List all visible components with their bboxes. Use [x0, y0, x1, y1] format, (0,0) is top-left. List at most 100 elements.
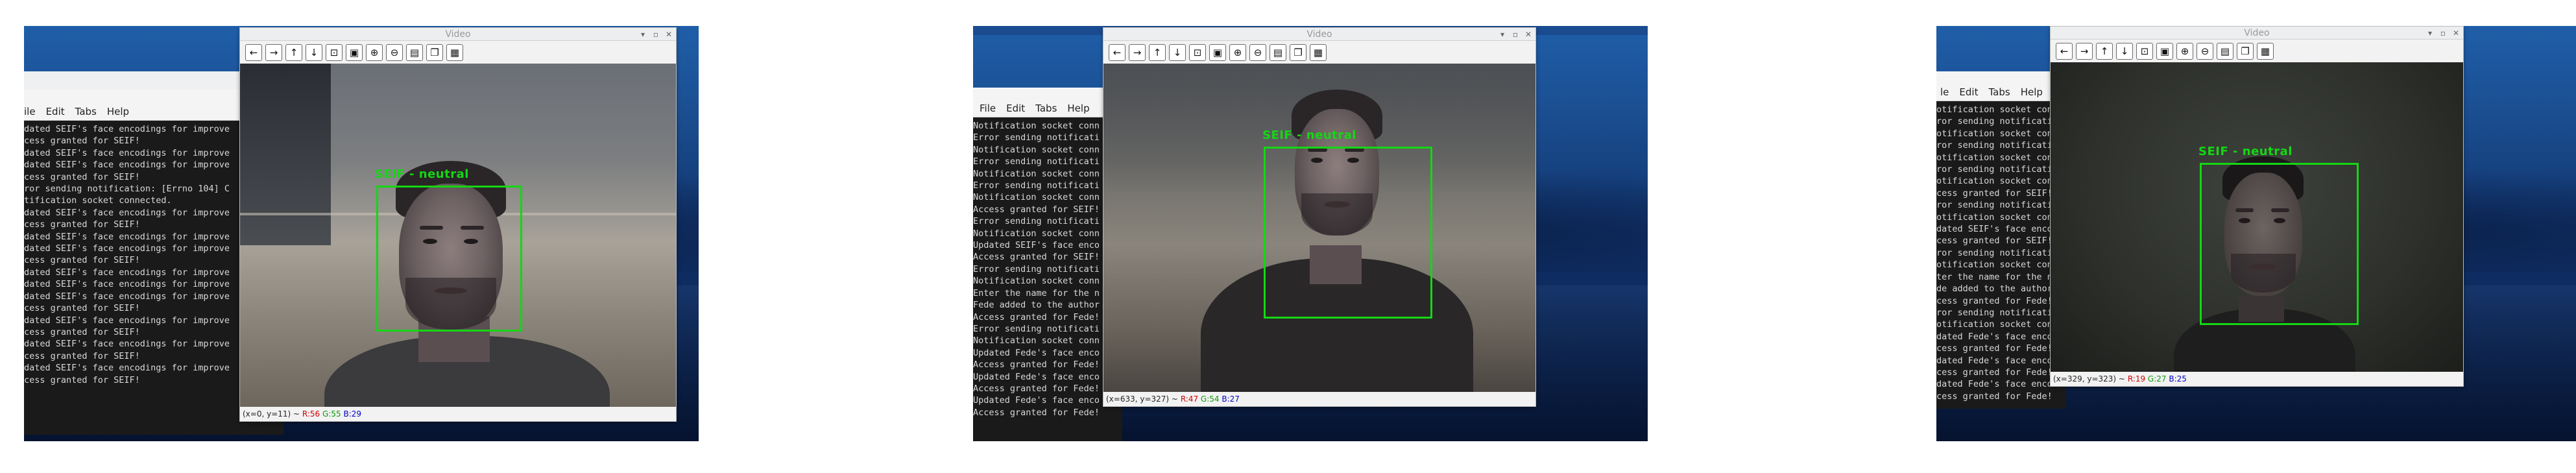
zoom-in-icon[interactable]: ⊕ [366, 44, 383, 61]
video-toolbar: ← → ↑ ↓ ⊡ ▣ ⊕ ⊖ ▤ ❐ ▦ [240, 42, 676, 64]
face-detection-box [376, 186, 522, 332]
status-green: G:55 [322, 409, 341, 418]
zoom-actual-icon[interactable]: ▣ [1209, 44, 1226, 61]
arrow-up-icon[interactable]: ↑ [285, 44, 302, 61]
zoom-out-icon[interactable]: ⊖ [386, 44, 403, 61]
video-window[interactable]: Video ▾ ▫ ✕ ← → ↑ ↓ ⊡ ▣ ⊕ ⊖ ▤ ❐ ▦ SEIF -… [1103, 27, 1536, 407]
menu-edit[interactable]: Edit [46, 106, 65, 117]
camera-frame[interactable]: SEIF - neutral [2051, 62, 2463, 373]
zoom-fit-icon[interactable]: ⊡ [326, 44, 343, 61]
arrow-left-icon[interactable]: ← [2056, 43, 2073, 60]
save-icon[interactable]: ▤ [2217, 43, 2233, 60]
menu-help[interactable]: Help [2021, 86, 2043, 98]
terminal-line: Updated Fede's face enco [973, 371, 1100, 382]
maximize-icon[interactable]: ▫ [651, 29, 660, 40]
video-titlebar[interactable]: Video ▾ ▫ ✕ [1103, 28, 1535, 41]
terminal-window[interactable]: File Edit Tabs Help Notification socket … [973, 88, 1122, 441]
minimize-icon[interactable]: ▾ [1498, 29, 1507, 40]
status-coords: (x=0, y=11) ~ [243, 409, 300, 418]
zoom-fit-icon[interactable]: ⊡ [2136, 43, 2153, 60]
terminal-window[interactable]: le Edit Tabs Help otification socket con… [1936, 71, 2066, 409]
terminal-line: dated Fede's face enco [1936, 355, 2052, 366]
arrow-down-icon[interactable]: ↓ [1169, 44, 1186, 61]
maximize-icon[interactable]: ▫ [2438, 28, 2448, 38]
terminal-line: otification socket conn [1936, 176, 2058, 187]
save-icon[interactable]: ▤ [406, 44, 423, 61]
camera-frame[interactable]: SEIF - neutral [240, 64, 676, 407]
terminal-line: Enter the name for the n [973, 287, 1100, 298]
terminal-line: Notification socket conn [973, 335, 1100, 346]
arrow-right-icon[interactable]: → [1129, 44, 1146, 61]
status-coords: (x=329, y=323) ~ [2053, 374, 2125, 383]
dark-doorway [240, 64, 331, 245]
terminal-line: Error sending notificati [973, 156, 1100, 167]
menu-help[interactable]: Help [107, 106, 129, 117]
arrow-left-icon[interactable]: ← [1109, 44, 1125, 61]
terminal-line: Notification socket conn [973, 168, 1100, 179]
zoom-actual-icon[interactable]: ▣ [346, 44, 363, 61]
video-titlebar[interactable]: Video ▾ ▫ ✕ [240, 28, 676, 41]
minimize-icon[interactable]: ▾ [638, 29, 647, 40]
menu-tabs[interactable]: Tabs [75, 106, 97, 117]
arrow-right-icon[interactable]: → [265, 44, 282, 61]
close-icon[interactable]: ✕ [2451, 28, 2461, 38]
close-icon[interactable]: ✕ [664, 29, 673, 40]
status-green: G:27 [2147, 374, 2167, 383]
face-detection-box [1264, 147, 1432, 319]
terminal-line: Notification socket conn [973, 192, 1100, 203]
zoom-actual-icon[interactable]: ▣ [2156, 43, 2173, 60]
copy-icon[interactable]: ❐ [2237, 43, 2254, 60]
copy-icon[interactable]: ❐ [426, 44, 443, 61]
properties-icon[interactable]: ▦ [1310, 44, 1327, 61]
arrow-up-icon[interactable]: ↑ [2096, 43, 2113, 60]
menu-file[interactable]: le [1940, 86, 1949, 98]
menu-help[interactable]: Help [1067, 103, 1089, 114]
properties-icon[interactable]: ▦ [2257, 43, 2274, 60]
menu-tabs[interactable]: Tabs [1988, 86, 2010, 98]
window-controls: ▾ ▫ ✕ [2426, 28, 2461, 38]
terminal-line: Access granted for Fede! [973, 407, 1100, 418]
screenshot-3: le Edit Tabs Help otification socket con… [1936, 26, 2576, 441]
menu-edit[interactable]: Edit [1959, 86, 1978, 98]
terminal-line: Updated Fede's face enco [973, 347, 1100, 358]
screenshot-1: seif@ras ile Edit Tabs Help dated SEIF's… [24, 26, 699, 441]
menu-file[interactable]: ile [24, 106, 36, 117]
close-icon[interactable]: ✕ [1524, 29, 1533, 40]
terminal-line: Updated Fede's face enco [973, 395, 1100, 406]
save-icon[interactable]: ▤ [1270, 44, 1286, 61]
terminal-line: Access granted for Fede! [973, 359, 1100, 370]
zoom-out-icon[interactable]: ⊖ [2197, 43, 2213, 60]
menu-tabs[interactable]: Tabs [1035, 103, 1057, 114]
menu-file[interactable]: File [980, 103, 996, 114]
terminal-line: cess granted for SEIF! [1936, 236, 2052, 247]
arrow-up-icon[interactable]: ↑ [1149, 44, 1166, 61]
zoom-out-icon[interactable]: ⊖ [1249, 44, 1266, 61]
status-red: R:47 [1180, 394, 1199, 404]
maximize-icon[interactable]: ▫ [1511, 29, 1520, 40]
arrow-right-icon[interactable]: → [2076, 43, 2093, 60]
camera-frame[interactable]: SEIF - neutral [1103, 64, 1535, 393]
video-titlebar[interactable]: Video ▾ ▫ ✕ [2051, 27, 2463, 40]
copy-icon[interactable]: ❐ [1290, 44, 1306, 61]
terminal-line: cess granted for Fede! [1936, 343, 2052, 354]
zoom-in-icon[interactable]: ⊕ [2176, 43, 2193, 60]
zoom-fit-icon[interactable]: ⊡ [1189, 44, 1206, 61]
terminal-menubar: le Edit Tabs Help [1936, 71, 2066, 101]
arrow-down-icon[interactable]: ↓ [2116, 43, 2133, 60]
minimize-icon[interactable]: ▾ [2426, 28, 2435, 38]
pixel-status-bar: (x=633, y=327) ~ R:47 G:54 B:27 [1103, 392, 1535, 406]
terminal-line: Access granted for Fede! [973, 311, 1100, 322]
arrow-left-icon[interactable]: ← [245, 44, 262, 61]
arrow-down-icon[interactable]: ↓ [306, 44, 322, 61]
terminal-line: Error sending notificati [973, 180, 1100, 191]
zoom-in-icon[interactable]: ⊕ [1229, 44, 1246, 61]
status-green: G:54 [1200, 394, 1220, 404]
menu-edit[interactable]: Edit [1006, 103, 1025, 114]
window-controls: ▾ ▫ ✕ [1498, 29, 1533, 40]
terminal-line: cess granted for Fede! [1936, 391, 2052, 402]
properties-icon[interactable]: ▦ [446, 44, 463, 61]
video-window[interactable]: Video ▾ ▫ ✕ ← → ↑ ↓ ⊡ ▣ ⊕ ⊖ ▤ ❐ ▦ SEIF -… [239, 27, 677, 422]
terminal-line: cess granted for Fede! [1936, 367, 2052, 378]
terminal-line: otification socket conn [1936, 104, 2058, 115]
video-window[interactable]: Video ▾ ▫ ✕ ← → ↑ ↓ ⊡ ▣ ⊕ ⊖ ▤ ❐ ▦ SEIF -… [2050, 26, 2464, 387]
